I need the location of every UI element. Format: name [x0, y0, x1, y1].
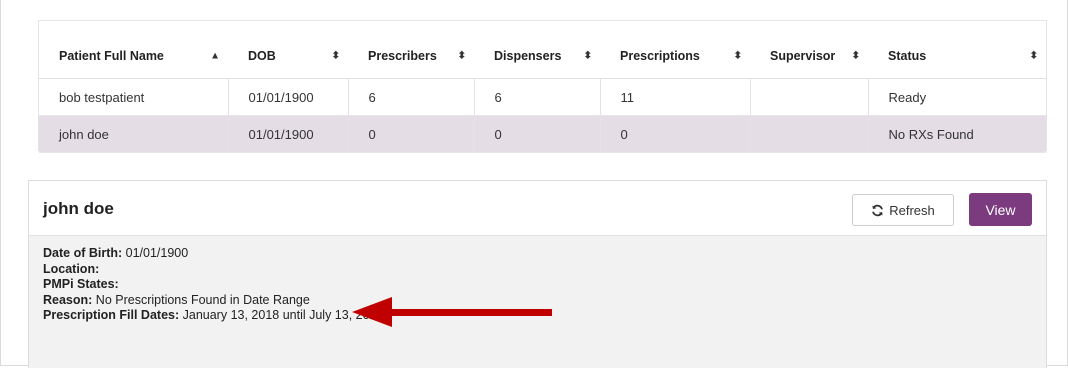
table-header-row: Patient Full Name ▲ DOB ⬍ Prescribers ⬍ Dis…: [39, 33, 1046, 79]
info-row-dob: Date of Birth: 01/01/1900: [43, 246, 383, 262]
cell-prescribers: 6: [348, 78, 475, 116]
sort-asc-icon[interactable]: ▲: [210, 50, 220, 61]
table-top-border: [39, 20, 1046, 21]
column-header-dob[interactable]: DOB ⬍: [228, 33, 348, 79]
column-label: Prescriptions: [620, 48, 700, 63]
sort-icon[interactable]: ⬍: [1030, 50, 1038, 61]
cell-supervisor: [750, 115, 869, 153]
column-header-supervisor[interactable]: Supervisor ⬍: [750, 33, 868, 79]
column-label: Status: [888, 48, 927, 63]
cell-status: Ready: [868, 78, 1046, 116]
column-label: Supervisor: [770, 48, 836, 63]
info-label: Prescription Fill Dates:: [43, 308, 180, 322]
cell-status: No RXs Found: [868, 115, 1046, 153]
info-label: PMPi States:: [43, 277, 119, 291]
column-label: DOB: [248, 48, 276, 63]
column-header-prescribers[interactable]: Prescribers ⬍: [348, 33, 474, 79]
info-row-pmpi-states: PMPi States:: [43, 277, 383, 293]
column-header-prescriptions[interactable]: Prescriptions ⬍: [600, 33, 750, 79]
column-header-dispensers[interactable]: Dispensers ⬍: [474, 33, 600, 79]
info-value: No Prescriptions Found in Date Range: [92, 292, 310, 307]
column-header-patient-name[interactable]: Patient Full Name ▲: [39, 33, 228, 79]
sort-icon[interactable]: ⬍: [458, 50, 466, 61]
info-value: 01/01/1900: [122, 246, 189, 260]
column-label: Prescribers: [368, 48, 437, 63]
info-label: Location:: [43, 261, 100, 276]
table-row-selected[interactable]: john doe 01/01/1900 0 0 0 No RXs Found: [39, 115, 1046, 153]
cell-prescriptions: 11: [600, 78, 751, 116]
patient-table: Patient Full Name ▲ DOB ⬍ Prescribers ⬍ Dis…: [39, 33, 1046, 153]
cell-prescribers: 0: [348, 115, 475, 153]
info-label: Date of Birth:: [43, 246, 123, 260]
refresh-icon: [872, 204, 884, 216]
table-row[interactable]: bob testpatient 01/01/1900 6 6 11 Ready: [39, 78, 1046, 116]
detail-header: john doe Refresh View: [29, 181, 1046, 236]
cell-dispensers: 0: [474, 115, 601, 153]
cell-patient-name: bob testpatient: [39, 78, 229, 116]
refresh-button[interactable]: Refresh: [852, 194, 954, 226]
sort-icon[interactable]: ⬍: [852, 50, 860, 61]
column-header-status[interactable]: Status ⬍: [868, 33, 1046, 79]
patient-detail-card: john doe Refresh View Date of Birth: 01/…: [28, 180, 1047, 368]
refresh-label: Refresh: [889, 202, 935, 218]
view-button[interactable]: View: [969, 193, 1032, 226]
patient-table-card: Patient Full Name ▲ DOB ⬍ Prescribers ⬍ Dis…: [38, 20, 1047, 153]
info-row-reason: Reason: No Prescriptions Found in Date R…: [43, 293, 383, 309]
column-label: Patient Full Name: [59, 48, 164, 63]
cell-prescriptions: 0: [600, 115, 751, 153]
cell-patient-name: john doe: [39, 115, 229, 153]
sort-icon[interactable]: ⬍: [734, 50, 742, 61]
column-label: Dispensers: [494, 48, 562, 63]
sort-icon[interactable]: ⬍: [584, 50, 592, 61]
info-label: Reason:: [43, 292, 93, 307]
annotation-arrow-icon: [352, 297, 552, 327]
info-row-location: Location:: [43, 262, 383, 278]
cell-supervisor: [750, 78, 869, 116]
cell-dispensers: 6: [474, 78, 601, 116]
detail-title: john doe: [43, 199, 114, 218]
sort-icon[interactable]: ⬍: [332, 50, 340, 61]
patient-info: Date of Birth: 01/01/1900 Location: PMPi…: [43, 246, 383, 324]
info-row-fill-dates: Prescription Fill Dates: January 13, 201…: [43, 308, 383, 324]
cell-dob: 01/01/1900: [228, 115, 349, 153]
cell-dob: 01/01/1900: [228, 78, 349, 116]
